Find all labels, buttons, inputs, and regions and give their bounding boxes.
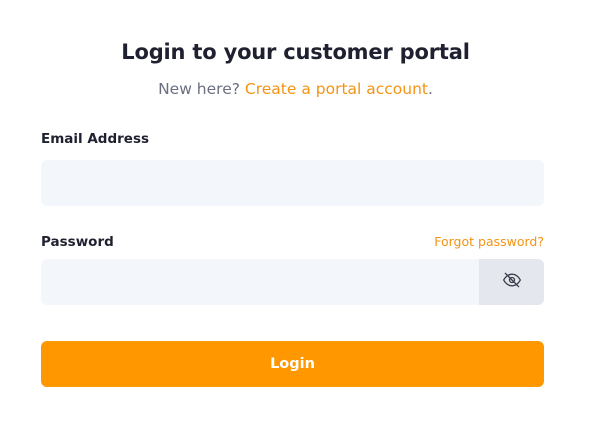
subtitle-prefix: New here? xyxy=(158,80,240,98)
toggle-password-visibility-button[interactable] xyxy=(479,259,544,305)
password-label: Password xyxy=(41,234,114,250)
subtitle-suffix: . xyxy=(428,80,433,98)
email-field[interactable] xyxy=(41,160,544,206)
subtitle: New here? Create a portal account. xyxy=(0,80,591,98)
forgot-password-link[interactable]: Forgot password? xyxy=(434,234,544,249)
page-title: Login to your customer portal xyxy=(121,40,470,64)
email-label: Email Address xyxy=(41,131,150,147)
login-button[interactable]: Login xyxy=(41,341,544,387)
password-field-group xyxy=(41,259,544,305)
create-account-link[interactable]: Create a portal account xyxy=(245,80,428,98)
password-field[interactable] xyxy=(41,259,479,305)
eye-off-icon xyxy=(502,270,522,294)
